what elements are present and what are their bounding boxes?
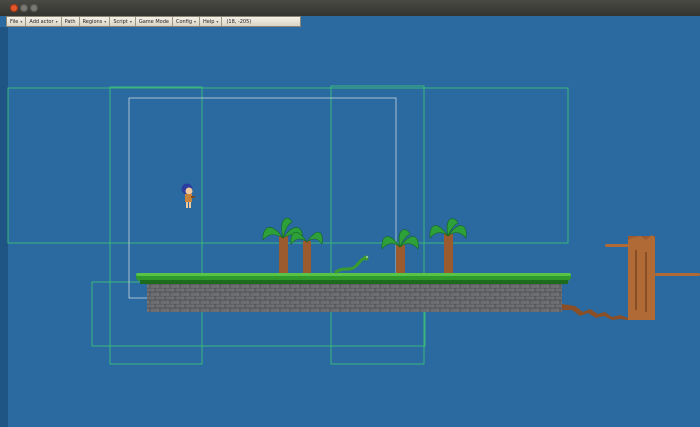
player-actor[interactable] [181,183,196,209]
palm-tree-3[interactable] [381,229,419,273]
palm-tree-1[interactable] [262,217,303,273]
palm-tree-4[interactable] [429,218,467,273]
snake-actor[interactable] [334,255,369,274]
region-left-column[interactable] [109,86,203,365]
grass-highlight [136,273,571,276]
tree-branch-right [655,273,700,276]
stone-wall [147,284,562,312]
palm-tree-2[interactable] [290,232,323,273]
tree-branch-left [605,244,629,247]
big-tree-trunk[interactable] [562,235,700,320]
grass-shadow [140,280,568,284]
level-canvas[interactable] [0,0,700,427]
tree-roots [562,304,628,320]
region-right-column[interactable] [330,85,425,365]
ground-platform[interactable] [136,273,571,312]
